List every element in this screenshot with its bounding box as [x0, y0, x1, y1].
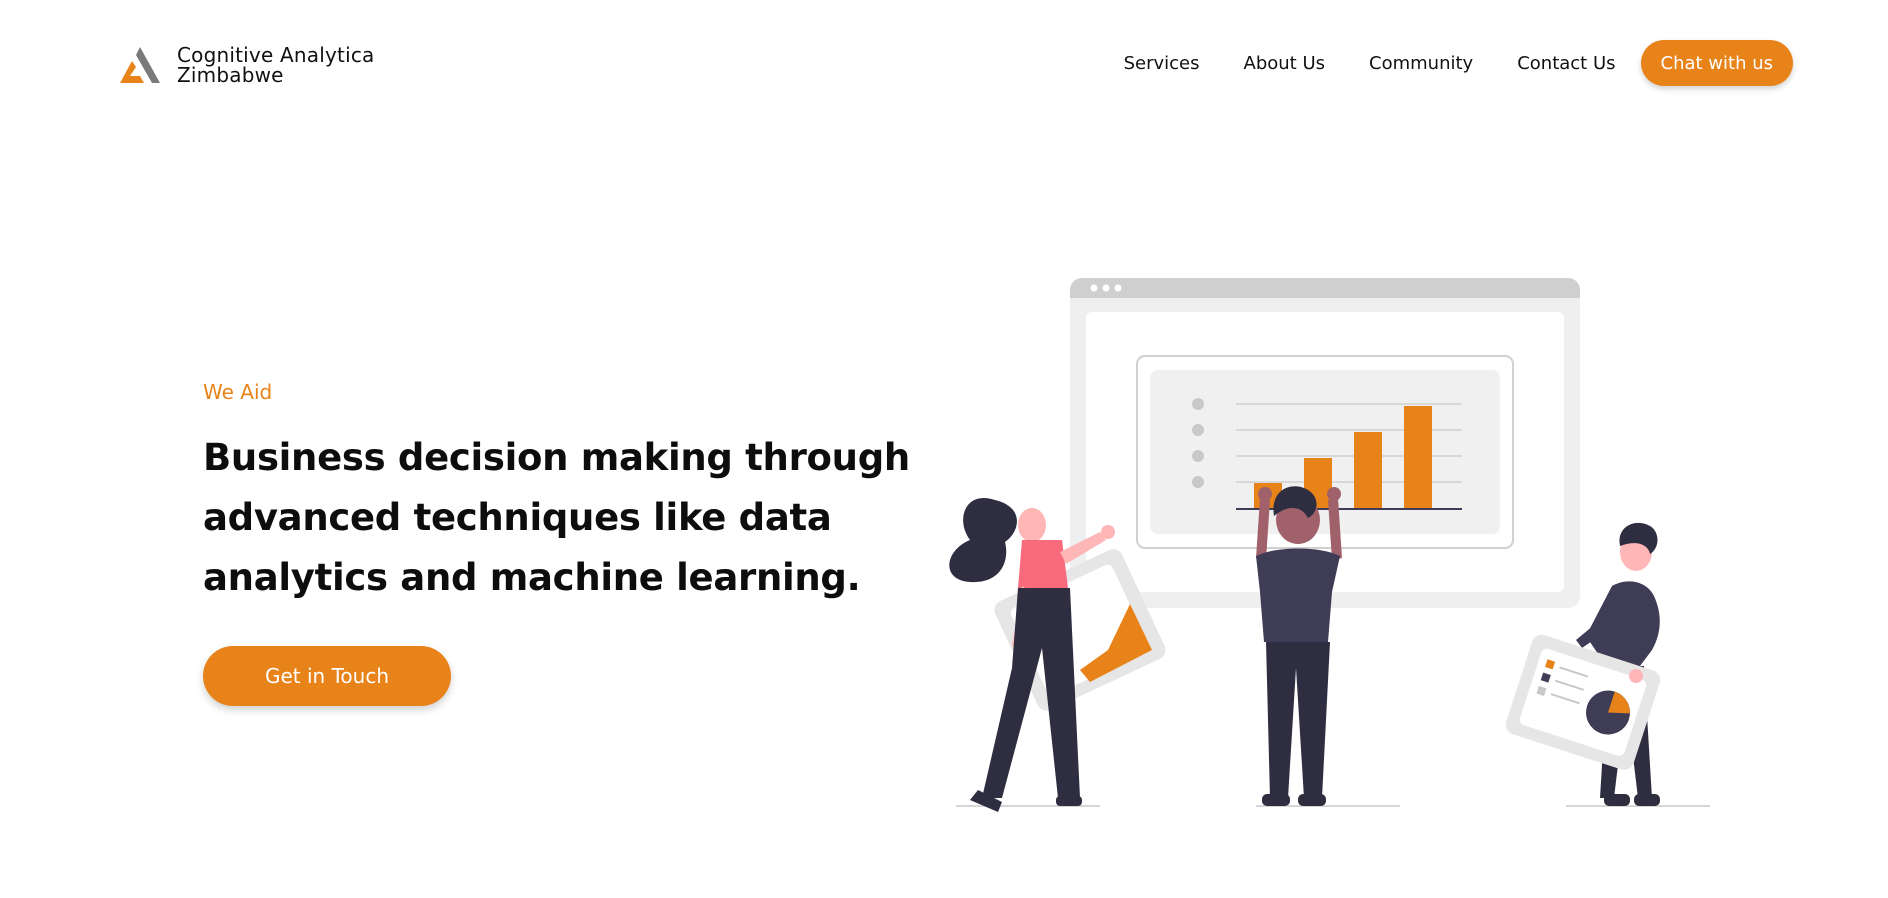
brand-name-line1: Cognitive Analytica — [177, 43, 375, 67]
get-in-touch-button[interactable]: Get in Touch — [203, 646, 451, 706]
site-header: Cognitive Analytica Zimbabwe Services Ab… — [0, 0, 1888, 125]
hero-headline: Business decision making through advance… — [203, 428, 923, 608]
logo-icon — [120, 47, 160, 83]
logo[interactable]: Cognitive Analytica Zimbabwe — [118, 40, 418, 90]
chat-with-us-button[interactable]: Chat with us — [1640, 40, 1793, 86]
brand-name-line2: Zimbabwe — [177, 63, 284, 87]
hero-eyebrow: We Aid — [203, 380, 273, 404]
hero-headline-line2: advanced techniques like data — [203, 496, 832, 539]
main-nav: Services About Us Community Contact Us C… — [1124, 40, 1793, 86]
hero-headline-line3: analytics and machine learning. — [203, 556, 861, 599]
nav-item-community[interactable]: Community — [1369, 53, 1473, 74]
logo-text: Cognitive Analytica Zimbabwe — [177, 45, 374, 85]
hero-headline-line1: Business decision making through — [203, 436, 910, 479]
nav-item-services[interactable]: Services — [1124, 53, 1200, 74]
nav-item-about-us[interactable]: About Us — [1244, 53, 1326, 74]
page: Cognitive Analytica Zimbabwe Services Ab… — [0, 0, 1888, 898]
team-analytics-illustration — [949, 278, 1710, 812]
nav-item-contact-us[interactable]: Contact Us — [1517, 53, 1615, 74]
hero-section: We Aid Business decision making through … — [203, 380, 923, 706]
